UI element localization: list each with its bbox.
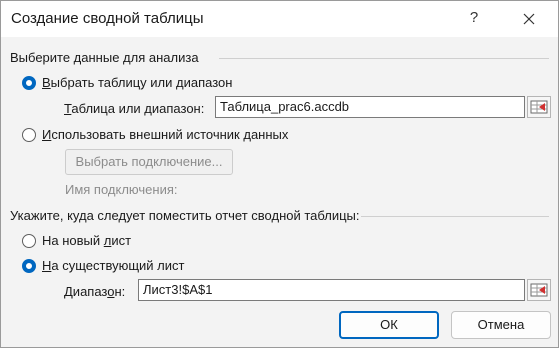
table-range-picker-button[interactable] [527,96,551,118]
range-input[interactable]: Лист3!$A$1 [138,279,525,301]
range-label-text-b: н: [114,284,126,299]
close-icon[interactable] [516,7,542,31]
table-range-label: Таблица или диапазон: [64,101,205,116]
radio-external-source[interactable] [22,128,36,142]
choose-connection-button: Выбрать подключение... [65,149,233,175]
range-label: Диапазон: [64,284,126,299]
range-picker-icon [530,283,548,297]
radio-new-sheet[interactable] [22,234,36,248]
table-range-label-text: аблица или диапазон: [71,101,205,116]
title-bar: Создание сводной таблицы ? [1,1,558,37]
radio-new-sheet-label[interactable]: На новый лист [42,233,131,248]
ok-button[interactable]: ОК [339,311,439,339]
radio-select-table-label[interactable]: Выбрать таблицу или диапазон [42,75,232,90]
radio-select-table[interactable] [22,76,36,90]
radio-new-sheet-text-b: ист [111,233,132,248]
pivot-table-dialog: Создание сводной таблицы ? Выберите данн… [0,0,559,348]
help-icon[interactable]: ? [462,9,486,29]
radio-external-source-text: спользовать внешний источник данных [51,127,289,142]
connection-name-label: Имя подключения: [65,182,178,197]
dialog-title: Создание сводной таблицы [11,10,204,27]
radio-existing-sheet-label[interactable]: На существующий лист [42,258,184,273]
choose-data-group-label: Выберите данные для анализа [10,50,199,65]
range-picker-button[interactable] [527,279,551,301]
group-separator [219,58,549,59]
radio-select-table-text: ыбрать таблицу или диапазон [50,75,233,90]
group-separator [361,216,549,217]
range-label-text-a: Диапаз [64,284,108,299]
radio-existing-sheet-text: а существующий лист [51,258,185,273]
destination-group-label: Укажите, куда следует поместить отчет св… [10,208,360,223]
range-picker-icon [530,100,548,114]
table-range-input[interactable]: Таблица_prac6.accdb [215,96,525,118]
radio-existing-sheet[interactable] [22,259,36,273]
radio-new-sheet-text-a: На новый [42,233,104,248]
cancel-button[interactable]: Отмена [451,311,551,339]
radio-external-source-label[interactable]: Использовать внешний источник данных [42,127,288,142]
